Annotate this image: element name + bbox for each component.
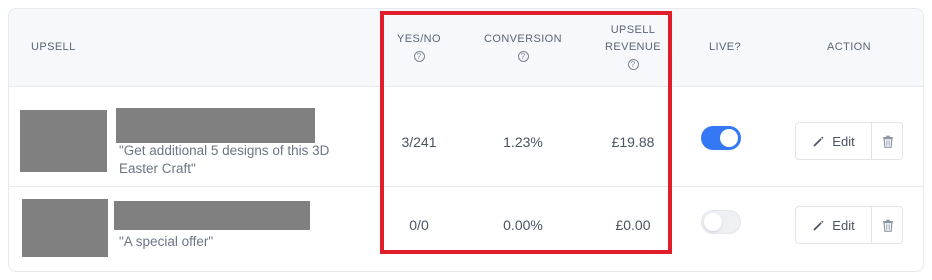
header-conversion-label: CONVERSION: [484, 33, 562, 45]
revenue-value: £0.00: [615, 217, 651, 233]
help-circle-icon[interactable]: ?: [627, 59, 639, 70]
live-toggle[interactable]: [701, 210, 741, 234]
header-yes-no-label: YES/NO: [397, 33, 441, 45]
trash-icon: [883, 135, 893, 148]
conversion-value: 0.00%: [503, 217, 543, 233]
help-circle-icon[interactable]: ?: [413, 51, 425, 62]
header-live: LIVE?: [709, 41, 741, 53]
row-divider: [9, 186, 923, 187]
delete-button[interactable]: [873, 123, 903, 159]
help-circle-icon[interactable]: ?: [517, 51, 529, 62]
pencil-icon: [813, 220, 824, 230]
action-buttons: Edit: [795, 122, 903, 160]
pencil-icon: [813, 136, 824, 146]
header-action: ACTION: [827, 41, 871, 53]
toggle-knob: [704, 213, 722, 231]
yes-no-value: 0/0: [409, 217, 429, 233]
header-yes-no: YES/NO ?: [387, 31, 451, 65]
header-revenue-line2: REVENUE: [605, 41, 661, 53]
edit-button[interactable]: Edit: [796, 207, 872, 243]
live-toggle[interactable]: [701, 126, 741, 150]
upsell-thumbnail: [20, 110, 107, 172]
header-revenue-line1: UPSELL: [610, 24, 656, 36]
upsells-table: UPSELL YES/NO ? CONVERSION ? UPSELL REVE…: [8, 8, 924, 272]
upsell-thumbnail: [22, 199, 108, 257]
edit-button[interactable]: Edit: [796, 123, 872, 159]
redacted-title: [114, 201, 310, 230]
redacted-title: [116, 108, 315, 143]
trash-icon: [883, 219, 893, 232]
delete-button[interactable]: [873, 207, 903, 243]
header-upsell-revenue: UPSELL REVENUE ?: [595, 22, 671, 73]
conversion-value: 1.23%: [503, 134, 543, 150]
header-conversion: CONVERSION ?: [475, 31, 571, 65]
toggle-knob: [720, 129, 738, 147]
upsell-description: "A special offer": [119, 234, 214, 249]
action-buttons: Edit: [795, 206, 903, 244]
table-header: UPSELL YES/NO ? CONVERSION ? UPSELL REVE…: [9, 9, 923, 87]
yes-no-value: 3/241: [401, 134, 437, 150]
edit-button-label: Edit: [832, 133, 855, 149]
edit-button-label: Edit: [832, 217, 855, 233]
upsell-description: "Get additional 5 designs of this 3D Eas…: [119, 143, 330, 176]
header-upsell: UPSELL: [31, 41, 76, 53]
revenue-value: £19.88: [611, 134, 655, 150]
